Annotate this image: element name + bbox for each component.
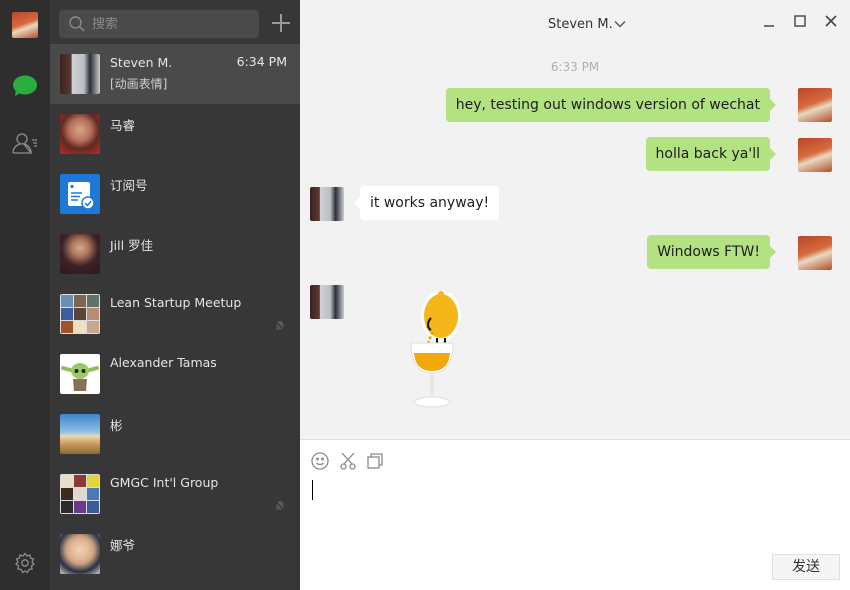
conversation-item[interactable]: Lean Startup Meetup: [50, 284, 300, 344]
contact-avatar[interactable]: [310, 187, 344, 221]
chevron-down-icon[interactable]: [614, 20, 626, 28]
send-button[interactable]: 发送: [772, 554, 840, 580]
conversation-item[interactable]: GMGC Int'l Group: [50, 464, 300, 524]
conversation-item[interactable]: 娜爷: [50, 524, 300, 584]
conversation-item[interactable]: Alexander Tamas: [50, 344, 300, 404]
search-icon: [69, 16, 85, 32]
conversation-name: 订阅号: [110, 178, 148, 193]
emoji-icon[interactable]: [311, 452, 329, 470]
close-button[interactable]: [824, 14, 838, 28]
search-box[interactable]: [59, 10, 259, 38]
conversation-list: Steven M. [动画表情] 6:34 PM 马睿 订阅号 Jill 罗佳: [50, 0, 300, 590]
group-avatar: [60, 474, 100, 514]
my-avatar[interactable]: [798, 88, 832, 122]
conversation-preview: [动画表情]: [110, 77, 168, 91]
conversation-name: Steven M.: [110, 55, 173, 70]
conversation-name: 彬: [110, 418, 123, 433]
chat-header: Steven M.: [300, 0, 850, 48]
avatar: [60, 534, 100, 574]
group-avatar: [60, 294, 100, 334]
conversation-name: GMGC Int'l Group: [110, 475, 219, 490]
chat-title[interactable]: Steven M.: [548, 17, 613, 32]
conversation-item[interactable]: Steven M. [动画表情] 6:34 PM: [50, 44, 300, 104]
sticker-lemon[interactable]: [405, 288, 465, 414]
maximize-button[interactable]: [793, 14, 807, 28]
outgoing-message[interactable]: Windows FTW!: [647, 235, 776, 269]
nav-rail: [0, 0, 50, 590]
add-button[interactable]: [270, 12, 292, 34]
outgoing-message[interactable]: hey, testing out windows version of wech…: [445, 88, 777, 122]
conversation-time: 6:34 PM: [236, 54, 287, 69]
message-composer: 发送: [300, 439, 850, 590]
mute-icon: [274, 320, 286, 332]
files-icon[interactable]: [366, 452, 384, 470]
conversation-item[interactable]: 彬: [50, 404, 300, 464]
subscription-icon: [60, 174, 100, 214]
my-avatar[interactable]: [12, 12, 38, 38]
avatar: [60, 354, 100, 394]
my-avatar[interactable]: [798, 138, 832, 172]
chat-icon[interactable]: [12, 74, 38, 98]
mute-icon: [274, 500, 286, 512]
scissors-icon[interactable]: [339, 452, 357, 470]
conversation-item[interactable]: 马睿: [50, 104, 300, 164]
incoming-message[interactable]: it works anyway!: [353, 186, 500, 220]
contacts-icon[interactable]: [12, 132, 38, 154]
avatar: [60, 114, 100, 154]
conversation-name: 马睿: [110, 118, 136, 133]
outgoing-message[interactable]: holla back ya'll: [645, 137, 777, 171]
settings-icon[interactable]: [14, 552, 36, 574]
search-input[interactable]: [92, 16, 252, 32]
contact-avatar[interactable]: [310, 285, 344, 319]
text-cursor[interactable]: [312, 480, 313, 500]
message-timestamp: 6:33 PM: [550, 60, 600, 74]
conversation-item[interactable]: Jill 罗佳: [50, 224, 300, 284]
minimize-button[interactable]: [762, 14, 776, 28]
avatar: [60, 414, 100, 454]
conversation-item[interactable]: 订阅号: [50, 164, 300, 224]
conversation-name: 娜爷: [110, 538, 136, 553]
conversation-name: Lean Startup Meetup: [110, 295, 242, 310]
avatar: [60, 234, 100, 274]
conversation-name: Alexander Tamas: [110, 355, 217, 370]
avatar: [60, 54, 100, 94]
conversation-name: Jill 罗佳: [110, 238, 154, 253]
my-avatar[interactable]: [798, 236, 832, 270]
